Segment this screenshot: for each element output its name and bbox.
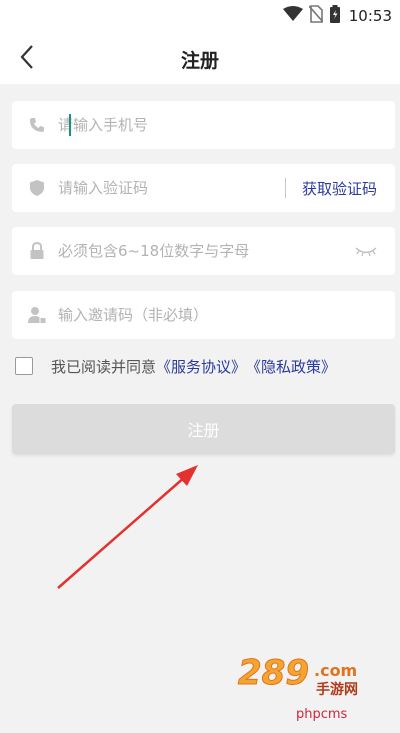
watermark-site-text: phpcms [296,707,348,722]
no-sim-icon [308,5,324,27]
nav-bar: 注册 [0,32,400,84]
password-field [12,227,395,275]
phone-input[interactable] [58,105,395,145]
agree-checkbox[interactable] [15,357,33,375]
get-code-button[interactable]: 获取验证码 [302,178,377,199]
privacy-policy-link[interactable]: 《隐私政策》 [246,356,336,377]
divider [284,178,286,198]
status-bar: 10:53 [0,0,400,32]
password-input[interactable] [58,231,355,271]
svg-text:289: 289 [238,653,309,693]
svg-text:手游网: 手游网 [316,681,358,698]
watermark-logo: 289 .com 手游网 [236,652,378,704]
register-button[interactable]: 注册 [12,404,395,454]
svg-text:.com: .com [314,661,357,680]
phone-icon [26,114,48,136]
page-title: 注册 [180,50,219,72]
agreement-text: 我已阅读并同意 [51,357,157,376]
phone-field [12,101,395,149]
shield-icon [26,177,48,199]
wifi-icon [282,6,303,26]
status-time: 10:53 [348,7,392,25]
code-field: 获取验证码 [12,164,395,212]
eye-closed-icon[interactable] [355,245,377,257]
code-input[interactable] [58,168,285,208]
battery-icon [329,5,341,27]
agreement-row: 我已阅读并同意 《服务协议》 《隐私政策》 [15,355,336,377]
invite-field [12,291,395,339]
service-agreement-link[interactable]: 《服务协议》 [156,356,246,377]
status-icons: 10:53 [282,5,392,27]
lock-icon [26,240,48,262]
user-plus-icon [26,304,48,326]
invite-input[interactable] [58,295,395,335]
text-cursor [69,114,71,136]
